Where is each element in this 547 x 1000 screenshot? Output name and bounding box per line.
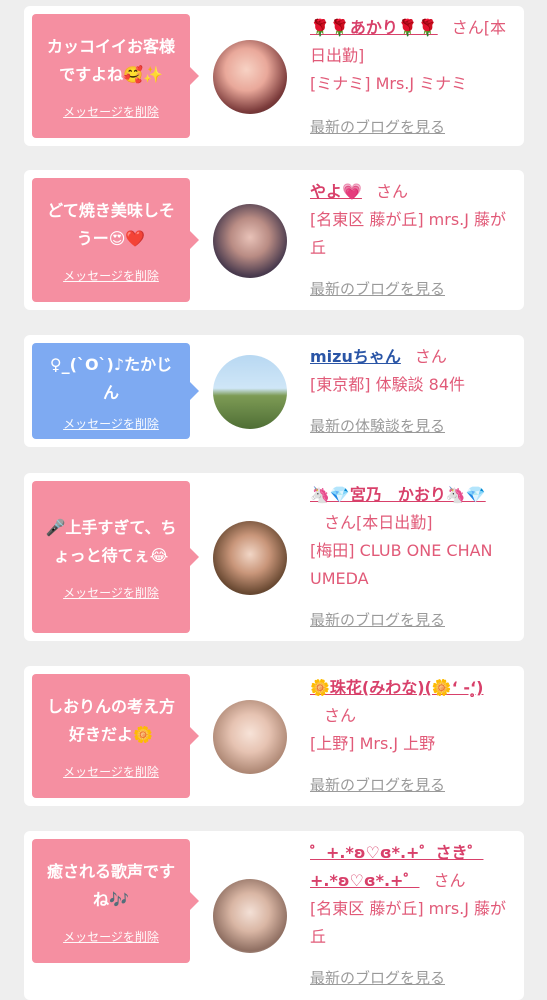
message-bubble: 癒される歌声ですね🎶 メッセージを削除 xyxy=(32,839,199,963)
avatar[interactable] xyxy=(213,204,287,278)
delete-message-link[interactable]: メッセージを削除 xyxy=(63,584,159,601)
shop-info: [名東区 藤が丘] mrs.J 藤が丘 xyxy=(310,210,507,257)
honorific: さん xyxy=(324,706,357,725)
message-card: ♀_(`O`)♪たかじん メッセージを削除 mizuちゃん さん [東京都] 体験… xyxy=(24,335,524,447)
delete-message-link[interactable]: メッセージを削除 xyxy=(63,103,159,120)
experience-link[interactable]: 最新の体験談を見る xyxy=(310,415,445,436)
blog-link[interactable]: 最新のブログを見る xyxy=(310,278,445,299)
avatar[interactable] xyxy=(213,40,287,114)
profile-info: 🌹🌹あかり🌹🌹 さん[本日出勤] [ミナミ] Mrs.J ミナミ xyxy=(310,14,510,98)
honorific: さん xyxy=(375,182,408,201)
profile-name-link[interactable]: 🌹🌹あかり🌹🌹 xyxy=(310,18,438,37)
work-status: [本日出勤] xyxy=(356,513,433,532)
avatar[interactable] xyxy=(213,521,287,595)
message-text: ♀_(`O`)♪たかじん xyxy=(49,354,173,402)
message-text: しおりんの考え方好きだよ🌼 xyxy=(46,696,175,744)
blog-link[interactable]: 最新のブログを見る xyxy=(310,116,445,137)
profile-name-link[interactable]: 🦄💎宮乃 かおり🦄💎 xyxy=(310,485,486,504)
delete-message-link[interactable]: メッセージを削除 xyxy=(63,928,159,945)
avatar[interactable] xyxy=(213,700,287,774)
blog-link[interactable]: 最新のブログを見る xyxy=(310,774,445,795)
message-bubble: ♀_(`O`)♪たかじん メッセージを削除 xyxy=(32,343,199,439)
message-bubble: しおりんの考え方好きだよ🌼 メッセージを削除 xyxy=(32,674,199,798)
honorific: さん xyxy=(451,18,484,37)
message-bubble: どて焼き美味しそうー😍❤️ メッセージを削除 xyxy=(32,178,199,302)
message-card: カッコイイお客様ですよね🥰✨ メッセージを削除 🌹🌹あかり🌹🌹 さん[本日出勤] … xyxy=(24,6,524,146)
blog-link[interactable]: 最新のブログを見る xyxy=(310,609,445,630)
profile-info: mizuちゃん さん [東京都] 体験談 84件 xyxy=(310,343,510,399)
message-bubble: カッコイイお客様ですよね🥰✨ メッセージを削除 xyxy=(32,14,199,138)
profile-info: ゜+.*ʚ♡ɞ*.+゜さき゜+.*ʚ♡ɞ*.+゜ さん [名東区 藤が丘] mrs… xyxy=(310,839,510,951)
message-text: 🎤上手すぎて、ちょっと待てぇ😂 xyxy=(45,517,177,565)
message-text: どて焼き美味しそうー😍❤️ xyxy=(47,200,175,248)
message-card: どて焼き美味しそうー😍❤️ メッセージを削除 やよ💗 さん [名東区 藤が丘] m… xyxy=(24,170,524,310)
blog-link[interactable]: 最新のブログを見る xyxy=(310,967,445,988)
profile-info: 🌼珠花(みわな)(🌼ʻ -ʻ̥̥̥) さん [上野] Mrs.J 上野 xyxy=(310,674,510,758)
honorific: さん xyxy=(414,347,447,366)
profile-name-link[interactable]: mizuちゃん xyxy=(310,347,401,366)
stats-info: [東京都] 体験談 84件 xyxy=(310,375,466,394)
honorific: さん xyxy=(433,871,466,890)
shop-info: [ミナミ] Mrs.J ミナミ xyxy=(310,74,468,93)
profile-name-link[interactable]: 🌼珠花(みわな)(🌼ʻ -ʻ̥̥̥) xyxy=(310,678,483,697)
profile-info: やよ💗 さん [名東区 藤が丘] mrs.J 藤が丘 xyxy=(310,178,510,262)
profile-name-link[interactable]: やよ💗 xyxy=(310,182,362,201)
avatar[interactable] xyxy=(213,879,287,953)
message-bubble: 🎤上手すぎて、ちょっと待てぇ😂 メッセージを削除 xyxy=(32,481,199,633)
profile-info: 🦄💎宮乃 かおり🦄💎 さん[本日出勤] [梅田] CLUB ONE CHAN UM… xyxy=(310,481,510,593)
message-card: 🎤上手すぎて、ちょっと待てぇ😂 メッセージを削除 🦄💎宮乃 かおり🦄💎 さん[本日… xyxy=(24,473,524,641)
message-text: 癒される歌声ですね🎶 xyxy=(46,861,175,909)
message-list: カッコイイお客様ですよね🥰✨ メッセージを削除 🌹🌹あかり🌹🌹 さん[本日出勤] … xyxy=(0,0,547,1000)
message-card: しおりんの考え方好きだよ🌼 メッセージを削除 🌼珠花(みわな)(🌼ʻ -ʻ̥̥̥… xyxy=(24,666,524,806)
delete-message-link[interactable]: メッセージを削除 xyxy=(63,763,159,780)
avatar[interactable] xyxy=(213,355,287,429)
message-card: 癒される歌声ですね🎶 メッセージを削除 ゜+.*ʚ♡ɞ*.+゜さき゜+.*ʚ♡ɞ… xyxy=(24,831,524,1000)
delete-message-link[interactable]: メッセージを削除 xyxy=(63,267,159,284)
shop-info: [名東区 藤が丘] mrs.J 藤が丘 xyxy=(310,899,507,946)
message-text: カッコイイお客様ですよね🥰✨ xyxy=(46,36,175,84)
delete-message-link[interactable]: メッセージを削除 xyxy=(63,415,159,432)
honorific: さん xyxy=(324,513,357,532)
shop-info: [上野] Mrs.J 上野 xyxy=(310,734,436,753)
shop-info: [梅田] CLUB ONE CHAN UMEDA xyxy=(310,541,493,588)
